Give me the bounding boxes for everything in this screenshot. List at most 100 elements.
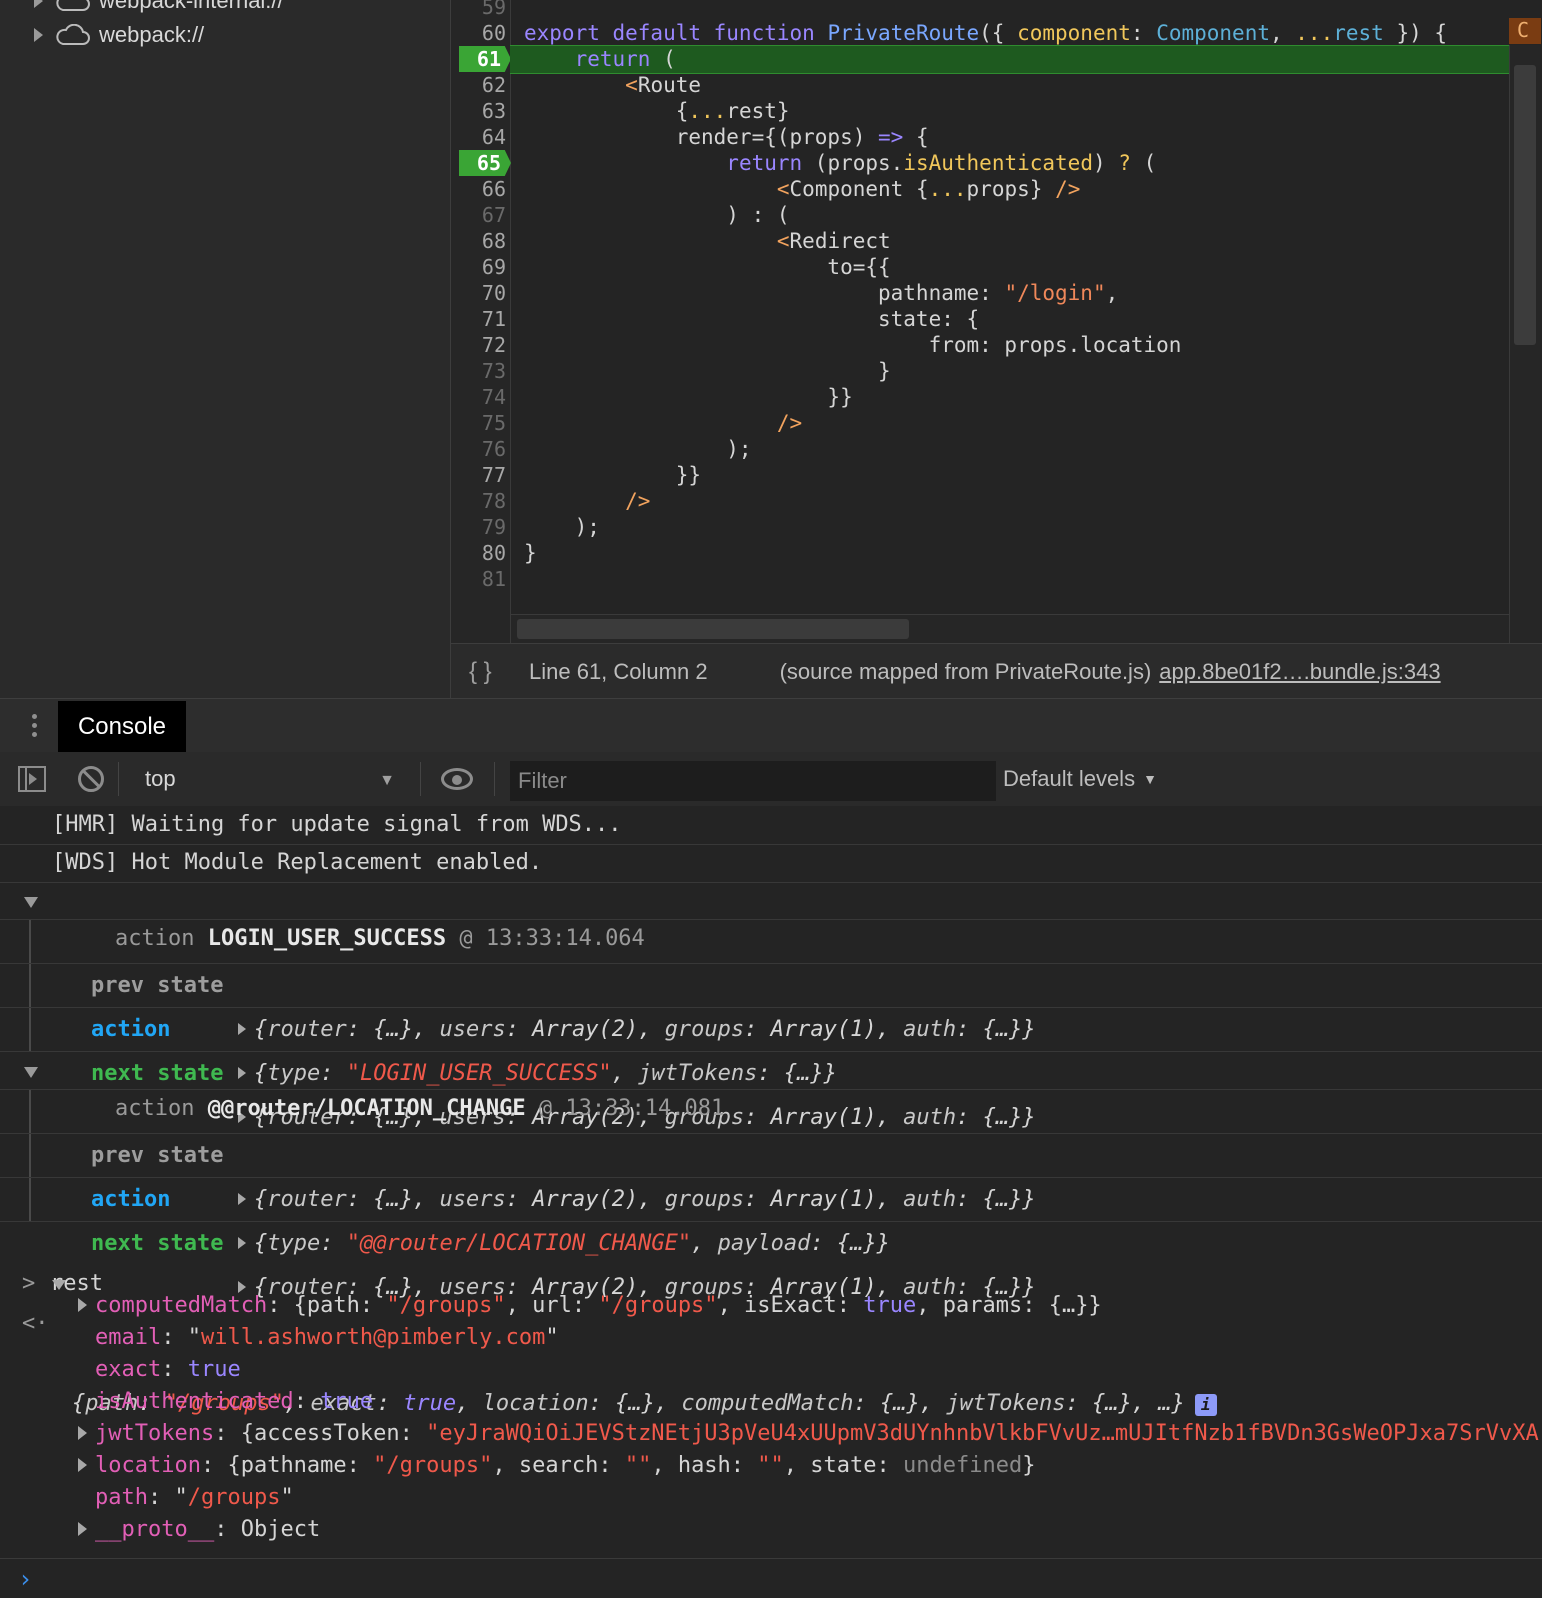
code-line[interactable]: export default function PrivateRoute({ c… xyxy=(524,20,1447,46)
horizontal-scroll-thumb[interactable] xyxy=(517,619,909,639)
prop-exact: exact: true xyxy=(95,1357,241,1382)
dropdown-arrow-icon: ▼ xyxy=(1143,771,1157,787)
expand-triangle-icon[interactable] xyxy=(78,1458,87,1472)
code-line[interactable]: ); xyxy=(524,436,751,462)
code-line[interactable]: } xyxy=(524,540,537,566)
collapse-triangle-icon[interactable] xyxy=(24,1067,38,1078)
code-line[interactable]: <Route xyxy=(524,72,701,98)
line-number[interactable]: 63 xyxy=(451,98,508,124)
code-line[interactable]: ); xyxy=(524,514,600,540)
breakpoint-line-number[interactable]: 65 xyxy=(459,150,511,176)
code-line[interactable]: pathname: "/login", xyxy=(524,280,1118,306)
code-line[interactable]: <Component {...props} /> xyxy=(524,176,1080,202)
pretty-print-icon[interactable]: { } xyxy=(469,658,511,686)
log-group-header[interactable]: action @@router/LOCATION_CHANGE @ 13:33:… xyxy=(0,1052,1542,1121)
line-number[interactable]: 67 xyxy=(451,202,508,228)
code-line[interactable]: ) : ( xyxy=(524,202,789,228)
prop-path: path: "/groups" xyxy=(95,1485,294,1510)
line-number[interactable]: 73 xyxy=(451,358,508,384)
expand-triangle-icon[interactable] xyxy=(78,1522,87,1536)
log-levels-dropdown[interactable]: Default levels ▼ xyxy=(1003,760,1157,798)
log-row-action[interactable]: action {type: "LOGIN_USER_SUCCESS", jwtT… xyxy=(0,964,1542,1086)
code-editor[interactable]: 59 60 61 62 63 64 65 66 67 68 69 70 71 72 73 74 75 76 77 78… xyxy=(451,0,1542,643)
line-number[interactable]: 60 xyxy=(451,20,508,46)
show-sidebar-icon[interactable] xyxy=(18,766,46,792)
current-execution-line[interactable]: return ( xyxy=(524,46,676,72)
context-selector[interactable]: top ▼ xyxy=(131,760,409,798)
more-vertical-icon[interactable] xyxy=(24,711,44,741)
line-number[interactable]: 78 xyxy=(451,488,508,514)
tree-item-webpack[interactable]: webpack:// xyxy=(34,20,204,50)
line-number[interactable]: 70 xyxy=(451,280,508,306)
log-message-wds: [WDS] Hot Module Replacement enabled. xyxy=(0,844,1542,883)
line-number[interactable]: 64 xyxy=(451,124,508,150)
tree-item-webpack-internal[interactable]: webpack-internal:// xyxy=(34,0,284,16)
code-line[interactable]: /> xyxy=(524,488,650,514)
prop-location[interactable]: location: {pathname: "/groups", search: … xyxy=(95,1450,1035,1482)
line-number[interactable]: 59 xyxy=(451,0,508,20)
code-line[interactable]: render={(props) => { xyxy=(524,124,929,150)
log-levels-label: Default levels xyxy=(1003,766,1136,791)
info-icon[interactable]: i xyxy=(1194,1394,1217,1416)
code-line[interactable]: to={{ xyxy=(524,254,890,280)
line-number[interactable]: 75 xyxy=(451,410,508,436)
line-number[interactable]: 68 xyxy=(451,228,508,254)
code-line[interactable]: /> xyxy=(524,410,802,436)
prop-isAuthenticated: isAuthenticated: true xyxy=(95,1389,374,1414)
expand-triangle-icon[interactable] xyxy=(34,28,43,42)
clear-console-icon[interactable] xyxy=(78,766,104,792)
breakpoint-line-number[interactable]: 61 xyxy=(459,46,511,72)
code-line[interactable]: from: props.location xyxy=(524,332,1182,358)
code-line[interactable]: } xyxy=(524,358,891,384)
collapse-triangle-icon[interactable] xyxy=(24,897,38,908)
code-line[interactable]: state: { xyxy=(524,306,979,332)
line-number[interactable]: 74 xyxy=(451,384,508,410)
vertical-scrollbar[interactable] xyxy=(1509,45,1540,643)
expand-triangle-icon[interactable] xyxy=(34,0,43,8)
log-group-header[interactable]: action LOGIN_USER_SUCCESS @ 13:33:14.064 xyxy=(0,882,1542,951)
log-row-prev-state[interactable]: prev state {router: {…}, users: Array(2)… xyxy=(0,1090,1542,1212)
horizontal-scrollbar[interactable] xyxy=(511,614,1509,643)
line-number[interactable]: 62 xyxy=(451,72,508,98)
code-line[interactable]: return (props.isAuthenticated) ? ( xyxy=(524,150,1156,176)
expand-triangle-icon[interactable] xyxy=(78,1298,87,1312)
console-toolbar: top ▼ Default levels ▼ xyxy=(0,752,1542,807)
bundle-link[interactable]: app.8be01f2….bundle.js:343 xyxy=(1159,659,1440,685)
console-input-echo: > rest xyxy=(0,1224,1542,1296)
line-number[interactable]: 66 xyxy=(451,176,508,202)
log-row-next-state[interactable]: next state {router: {…}, users: Array(2)… xyxy=(0,1178,1542,1300)
collapse-triangle-icon xyxy=(52,1280,66,1290)
line-number[interactable]: 80 xyxy=(451,540,508,566)
prop-computedMatch[interactable]: computedMatch: {path: "/groups", url: "/… xyxy=(95,1290,1102,1322)
code-line[interactable]: }} xyxy=(524,462,701,488)
log-row-next-state[interactable]: next state {router: {…}, users: Array(2)… xyxy=(0,1008,1542,1130)
editor-status-bar: { } Line 61, Column 2 (source mapped fro… xyxy=(451,643,1542,699)
line-number[interactable]: 81 xyxy=(451,566,508,592)
line-number[interactable]: 76 xyxy=(451,436,508,462)
vertical-scroll-thumb[interactable] xyxy=(1514,65,1536,345)
code-line[interactable]: <Redirect xyxy=(524,228,891,254)
tree-item-label: webpack-internal:// xyxy=(99,0,284,13)
line-number[interactable]: 79 xyxy=(451,514,508,540)
line-number[interactable]: 71 xyxy=(451,306,508,332)
prop-proto[interactable]: __proto__: Object xyxy=(95,1514,320,1546)
tab-console[interactable]: Console xyxy=(58,701,186,753)
live-expression-eye-icon[interactable] xyxy=(441,768,473,790)
line-number-gutter[interactable]: 59 60 61 62 63 64 65 66 67 68 69 70 71 72 73 74 75 76 77 78… xyxy=(451,0,511,643)
log-row-action[interactable]: action {type: "@@router/LOCATION_CHANGE"… xyxy=(0,1134,1542,1256)
log-message-hmr: [HMR] Waiting for update signal from WDS… xyxy=(0,806,1542,845)
code-line[interactable]: }} xyxy=(524,384,852,410)
filter-input[interactable] xyxy=(510,761,996,801)
prop-jwtTokens[interactable]: jwtTokens: {accessToken: "eyJraWQiOiJEVS… xyxy=(95,1418,1539,1450)
code-line[interactable]: {...rest} xyxy=(524,98,790,124)
expand-triangle-icon[interactable] xyxy=(78,1426,87,1440)
console-output[interactable]: [HMR] Waiting for update signal from WDS… xyxy=(0,806,1542,1598)
console-input[interactable]: › xyxy=(0,1558,1542,1598)
log-row-prev-state[interactable]: prev state {router: {…}, users: Array(2)… xyxy=(0,920,1542,1042)
line-number[interactable]: 77 xyxy=(451,462,508,488)
overflow-marker: C xyxy=(1509,18,1541,44)
cursor-position: Line 61, Column 2 xyxy=(529,658,708,684)
line-number[interactable]: 69 xyxy=(451,254,508,280)
line-number[interactable]: 72 xyxy=(451,332,508,358)
context-value: top xyxy=(145,766,176,791)
